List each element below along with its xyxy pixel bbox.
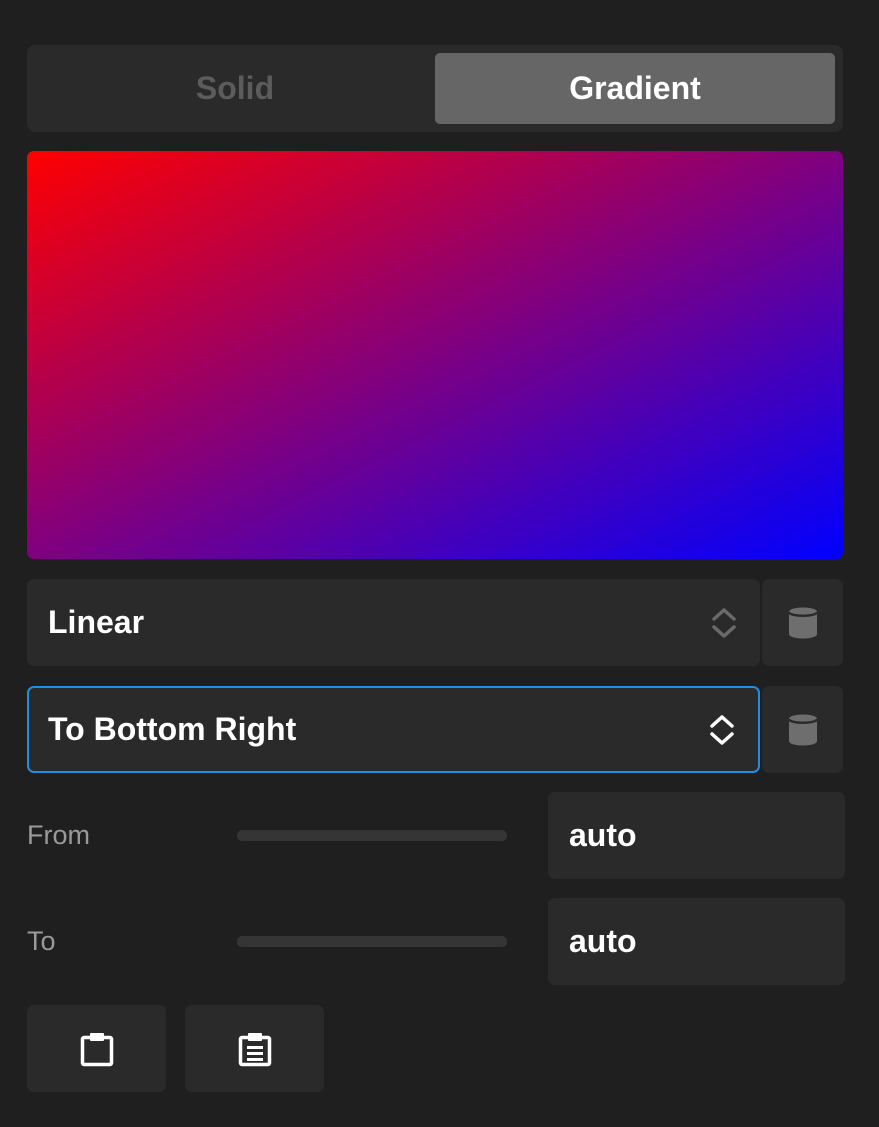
from-row: From auto bbox=[27, 792, 845, 879]
gradient-type-row: Linear bbox=[27, 579, 843, 666]
chevron-up-down-icon bbox=[710, 714, 734, 745]
gradient-direction-variable-button[interactable] bbox=[762, 686, 843, 773]
tab-gradient[interactable]: Gradient bbox=[435, 53, 835, 124]
gradient-type-variable-button[interactable] bbox=[762, 579, 843, 666]
copy-button[interactable] bbox=[27, 1005, 166, 1092]
from-input[interactable]: auto bbox=[548, 792, 845, 879]
chevron-up-down-icon bbox=[712, 607, 736, 638]
paste-button[interactable] bbox=[185, 1005, 324, 1092]
to-input[interactable]: auto bbox=[548, 898, 845, 985]
from-label: From bbox=[27, 820, 90, 850]
gradient-direction-row: To Bottom Right bbox=[27, 686, 843, 773]
database-icon bbox=[787, 714, 818, 745]
from-value: auto bbox=[569, 817, 637, 853]
to-value: auto bbox=[569, 923, 637, 959]
gradient-panel: Solid Gradient Linear To Bottom Right Fr… bbox=[0, 0, 879, 1127]
gradient-preview bbox=[27, 151, 843, 559]
to-row: To auto bbox=[27, 898, 845, 985]
database-icon bbox=[787, 607, 818, 638]
clipboard-list-icon bbox=[238, 1032, 271, 1066]
gradient-direction-value: To Bottom Right bbox=[48, 711, 297, 747]
to-label: To bbox=[27, 926, 56, 956]
gradient-direction-select[interactable]: To Bottom Right bbox=[27, 686, 760, 773]
mode-toggle: Solid Gradient bbox=[27, 45, 843, 132]
gradient-type-select[interactable]: Linear bbox=[27, 579, 760, 666]
clipboard-icon bbox=[80, 1032, 113, 1066]
to-slider[interactable] bbox=[237, 936, 507, 947]
tab-solid[interactable]: Solid bbox=[35, 53, 435, 124]
from-slider[interactable] bbox=[237, 830, 507, 841]
gradient-type-value: Linear bbox=[48, 604, 145, 640]
